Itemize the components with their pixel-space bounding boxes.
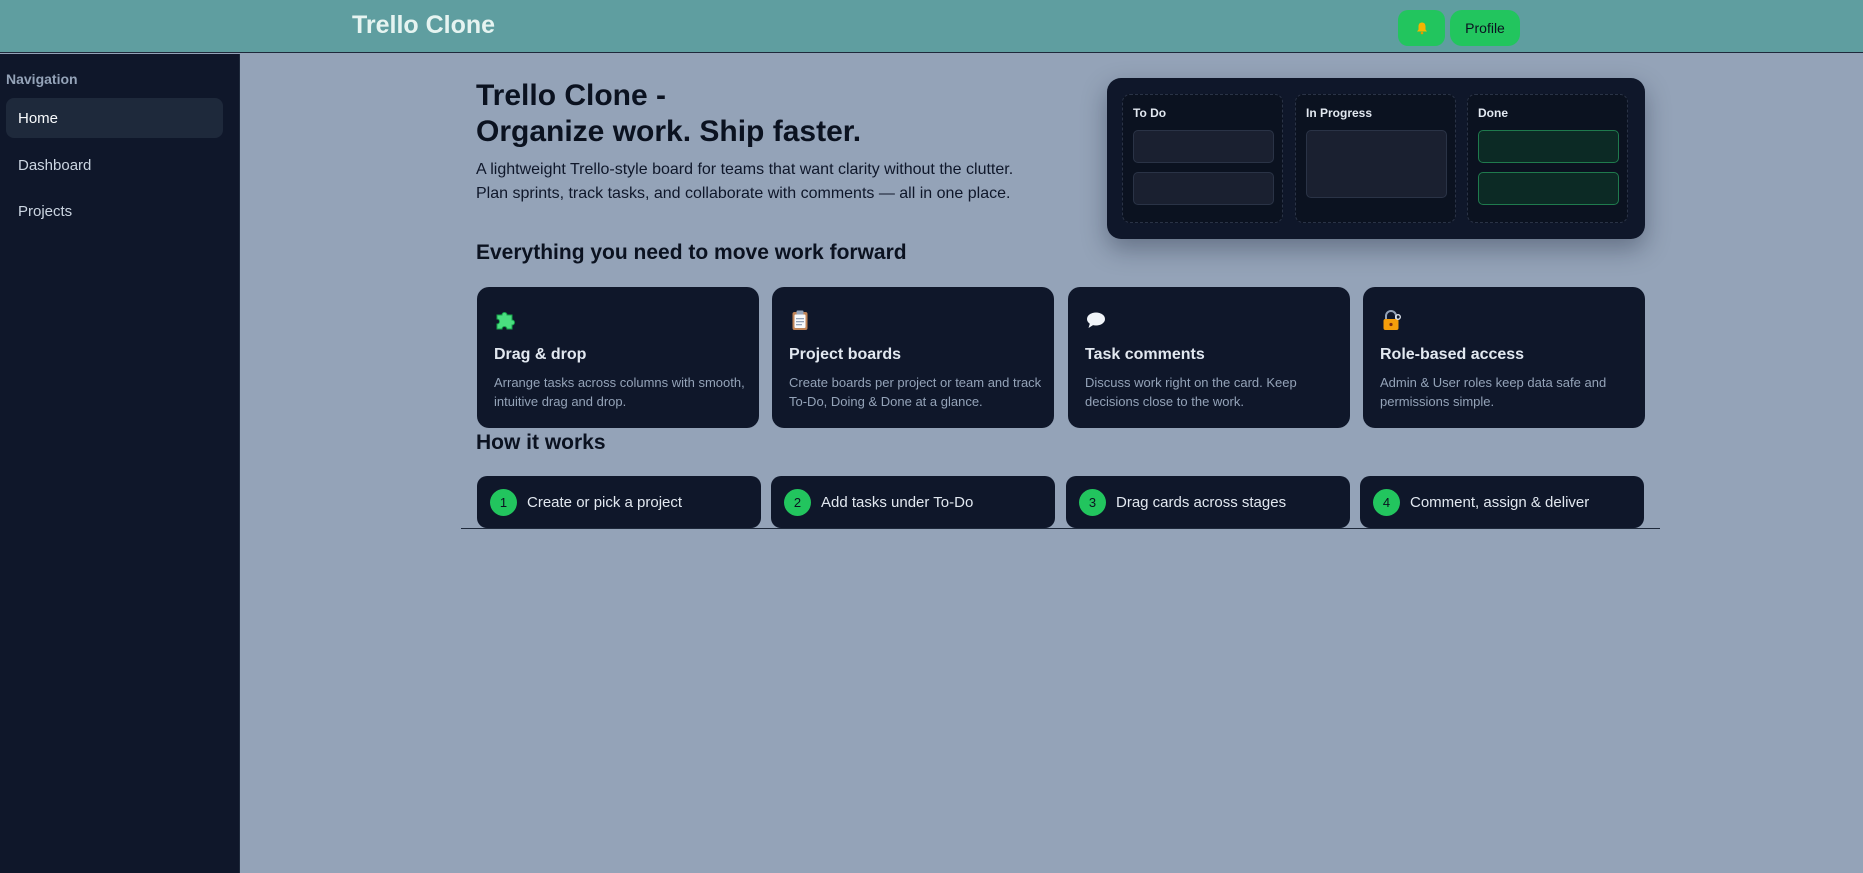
preview-card <box>1478 130 1619 163</box>
hero-title-line-2: Organize work. Ship faster. <box>476 115 862 148</box>
step-number-badge: 4 <box>1373 488 1400 516</box>
board-column-done: Done <box>1467 94 1628 223</box>
sidebar-item-projects[interactable]: Projects <box>6 191 223 231</box>
step-label: Drag cards across stages <box>1116 493 1287 511</box>
sidebar-heading: Navigation <box>6 71 78 87</box>
feature-card-role-access: Role-based access Admin & User roles kee… <box>1363 287 1645 428</box>
how-it-works-heading: How it works <box>476 431 606 454</box>
hero-title-line-1: Trello Clone - <box>476 79 667 112</box>
preview-card <box>1133 172 1274 205</box>
feature-title: Task comments <box>1085 346 1205 363</box>
bell-icon <box>1416 22 1427 35</box>
step-number-badge: 1 <box>490 488 517 516</box>
step-card: 1 Create or pick a project <box>477 476 761 528</box>
board-column-todo: To Do <box>1122 94 1283 223</box>
hero-description: A lightweight Trello-style board for tea… <box>476 158 1076 206</box>
step-number-badge: 3 <box>1079 488 1106 516</box>
notifications-button[interactable] <box>1398 10 1445 46</box>
preview-card <box>1133 130 1274 163</box>
speech-bubble-icon <box>1087 312 1105 328</box>
section-divider <box>461 528 1660 529</box>
feature-card-drag-drop: Drag & drop Arrange tasks across columns… <box>477 287 759 428</box>
preview-card <box>1306 130 1447 198</box>
hero-desc-line-2: Plan sprints, track tasks, and collabora… <box>476 185 1011 202</box>
board-column-in-progress: In Progress <box>1295 94 1456 223</box>
step-card: 4 Comment, assign & deliver <box>1360 476 1644 528</box>
feature-description: Arrange tasks across columns with smooth… <box>494 375 745 409</box>
step-card: 3 Drag cards across stages <box>1066 476 1350 528</box>
feature-description: Discuss work right on the card. Keep dec… <box>1085 375 1297 409</box>
clipboard-icon <box>792 310 808 330</box>
top-bar: Trello Clone Profile <box>0 0 1863 53</box>
column-title: Done <box>1478 106 1508 120</box>
app-title[interactable]: Trello Clone <box>352 11 495 40</box>
profile-button[interactable]: Profile <box>1450 10 1520 46</box>
feature-title: Drag & drop <box>494 346 587 363</box>
preview-card <box>1478 172 1619 205</box>
sidebar-item-label: Dashboard <box>18 156 92 174</box>
features-heading: Everything you need to move work forward <box>476 241 907 264</box>
feature-card-project-boards: Project boards Create boards per project… <box>772 287 1054 428</box>
feature-title: Role-based access <box>1380 346 1525 363</box>
hero-desc-line-1: A lightweight Trello-style board for tea… <box>476 161 1014 178</box>
puzzle-icon <box>496 312 515 330</box>
step-number-badge: 2 <box>784 488 811 516</box>
sidebar-item-label: Projects <box>18 202 73 220</box>
feature-title: Project boards <box>789 346 902 363</box>
feature-card-task-comments: Task comments Discuss work right on the … <box>1068 287 1350 428</box>
feature-description: Create boards per project or team and tr… <box>789 375 1042 409</box>
sidebar-item-home[interactable]: Home <box>6 98 223 138</box>
feature-description: Admin & User roles keep data safe and pe… <box>1380 375 1607 409</box>
step-label: Create or pick a project <box>527 493 683 511</box>
step-label: Comment, assign & deliver <box>1410 493 1590 511</box>
sidebar-item-dashboard[interactable]: Dashboard <box>6 145 223 185</box>
column-title: In Progress <box>1306 106 1373 120</box>
lock-key-icon <box>1383 310 1401 330</box>
column-title: To Do <box>1133 106 1167 120</box>
step-label: Add tasks under To-Do <box>821 493 974 511</box>
sidebar-item-label: Home <box>18 109 59 127</box>
hero-title: Trello Clone - Organize work. Ship faste… <box>476 78 861 150</box>
sidebar: Navigation Home Dashboard Projects <box>0 54 240 873</box>
step-card: 2 Add tasks under To-Do <box>771 476 1055 528</box>
board-preview: To Do In Progress Done <box>1107 78 1645 239</box>
